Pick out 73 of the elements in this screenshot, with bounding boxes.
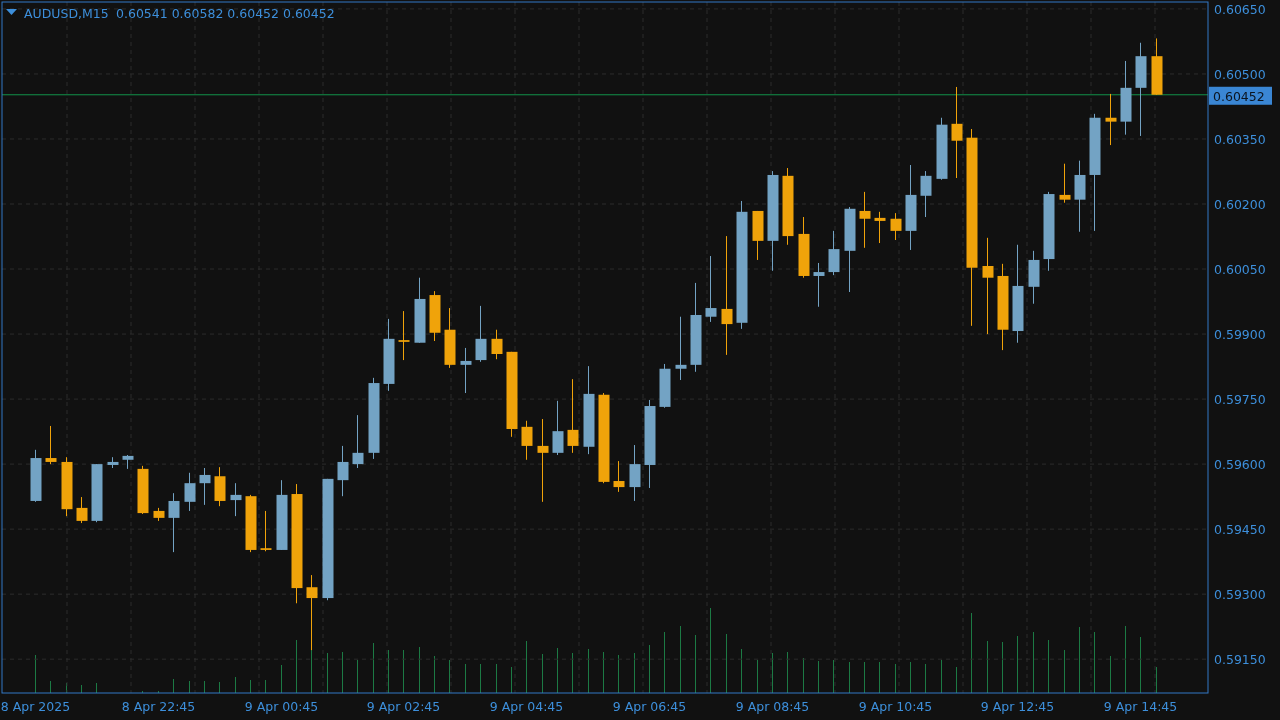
candle	[199, 468, 211, 505]
candle	[705, 256, 717, 322]
candle	[659, 363, 671, 408]
price-axis-label: 0.59300	[1214, 587, 1266, 603]
symbol-title: AUDUSD,M15	[24, 6, 109, 21]
candle	[629, 445, 641, 501]
candle	[30, 449, 42, 502]
time-axis-label: 9 Apr 14:45	[1103, 699, 1178, 714]
candle	[1074, 160, 1086, 232]
price-axis-label: 0.59750	[1214, 392, 1266, 408]
current-price-label: 0.60452	[1209, 86, 1272, 105]
candle	[91, 464, 103, 523]
dropdown-triangle-icon[interactable]	[6, 9, 17, 15]
price-axis-label: 0.60650	[1214, 1, 1266, 17]
candle	[260, 510, 272, 552]
candle	[137, 465, 149, 514]
price-axis-label: 0.59450	[1214, 522, 1266, 538]
time-axis-label: 9 Apr 12:45	[980, 699, 1055, 714]
ref-line-label: 0.60452	[1213, 88, 1265, 104]
time-axis-label: 9 Apr 08:45	[735, 699, 810, 714]
candle	[859, 191, 871, 248]
candle	[1105, 93, 1117, 146]
candle	[920, 171, 932, 217]
time-axis-label: 9 Apr 00:45	[244, 699, 319, 714]
candle	[1059, 163, 1071, 203]
candle	[398, 311, 410, 361]
candle	[168, 493, 180, 553]
ohlc-readout: 0.60541 0.60582 0.60452 0.60452	[116, 6, 335, 21]
candle	[429, 291, 441, 341]
candle	[813, 262, 825, 307]
time-axis-label: 9 Apr 04:45	[489, 699, 564, 714]
candle	[675, 316, 687, 380]
candle	[337, 445, 349, 497]
candle	[613, 461, 625, 492]
price-axis-label: 0.60200	[1214, 197, 1266, 212]
candle	[107, 457, 119, 468]
candle	[76, 497, 88, 524]
candle	[936, 117, 948, 180]
time-axis-label: 8 Apr 22:45	[121, 699, 196, 714]
price-axis-label: 0.59900	[1214, 327, 1266, 343]
candle	[460, 347, 472, 393]
candle	[752, 210, 764, 260]
candle	[245, 494, 257, 553]
price-axis-label: 0.60050	[1214, 262, 1266, 278]
candle	[1151, 38, 1163, 95]
candle	[61, 457, 73, 517]
candle	[890, 213, 902, 240]
candle	[798, 217, 810, 278]
candle	[153, 507, 165, 521]
time-axis-label: 9 Apr 06:45	[612, 699, 687, 714]
price-axis-label: 0.60500	[1214, 66, 1266, 82]
candle	[874, 211, 886, 244]
candle	[414, 277, 426, 343]
candle	[491, 329, 503, 360]
candle	[230, 483, 242, 517]
price-axis-label: 0.60350	[1214, 132, 1266, 147]
candle	[122, 455, 134, 469]
time-axis-label: 9 Apr 02:45	[366, 699, 441, 714]
candle	[214, 467, 226, 507]
candle	[828, 230, 840, 276]
time-axis-label: 9 Apr 10:45	[858, 699, 933, 714]
price-axis-label: 0.59150	[1214, 652, 1266, 668]
candle	[552, 400, 564, 455]
candle	[276, 480, 288, 550]
candle	[352, 415, 364, 468]
candle	[184, 472, 196, 511]
candle	[45, 425, 57, 465]
candle	[1028, 250, 1040, 304]
candle	[475, 305, 487, 362]
candle	[521, 420, 533, 460]
price-axis-label: 0.59600	[1214, 457, 1266, 473]
candle	[444, 308, 456, 368]
time-axis-label: 8 Apr 2025	[0, 699, 71, 714]
